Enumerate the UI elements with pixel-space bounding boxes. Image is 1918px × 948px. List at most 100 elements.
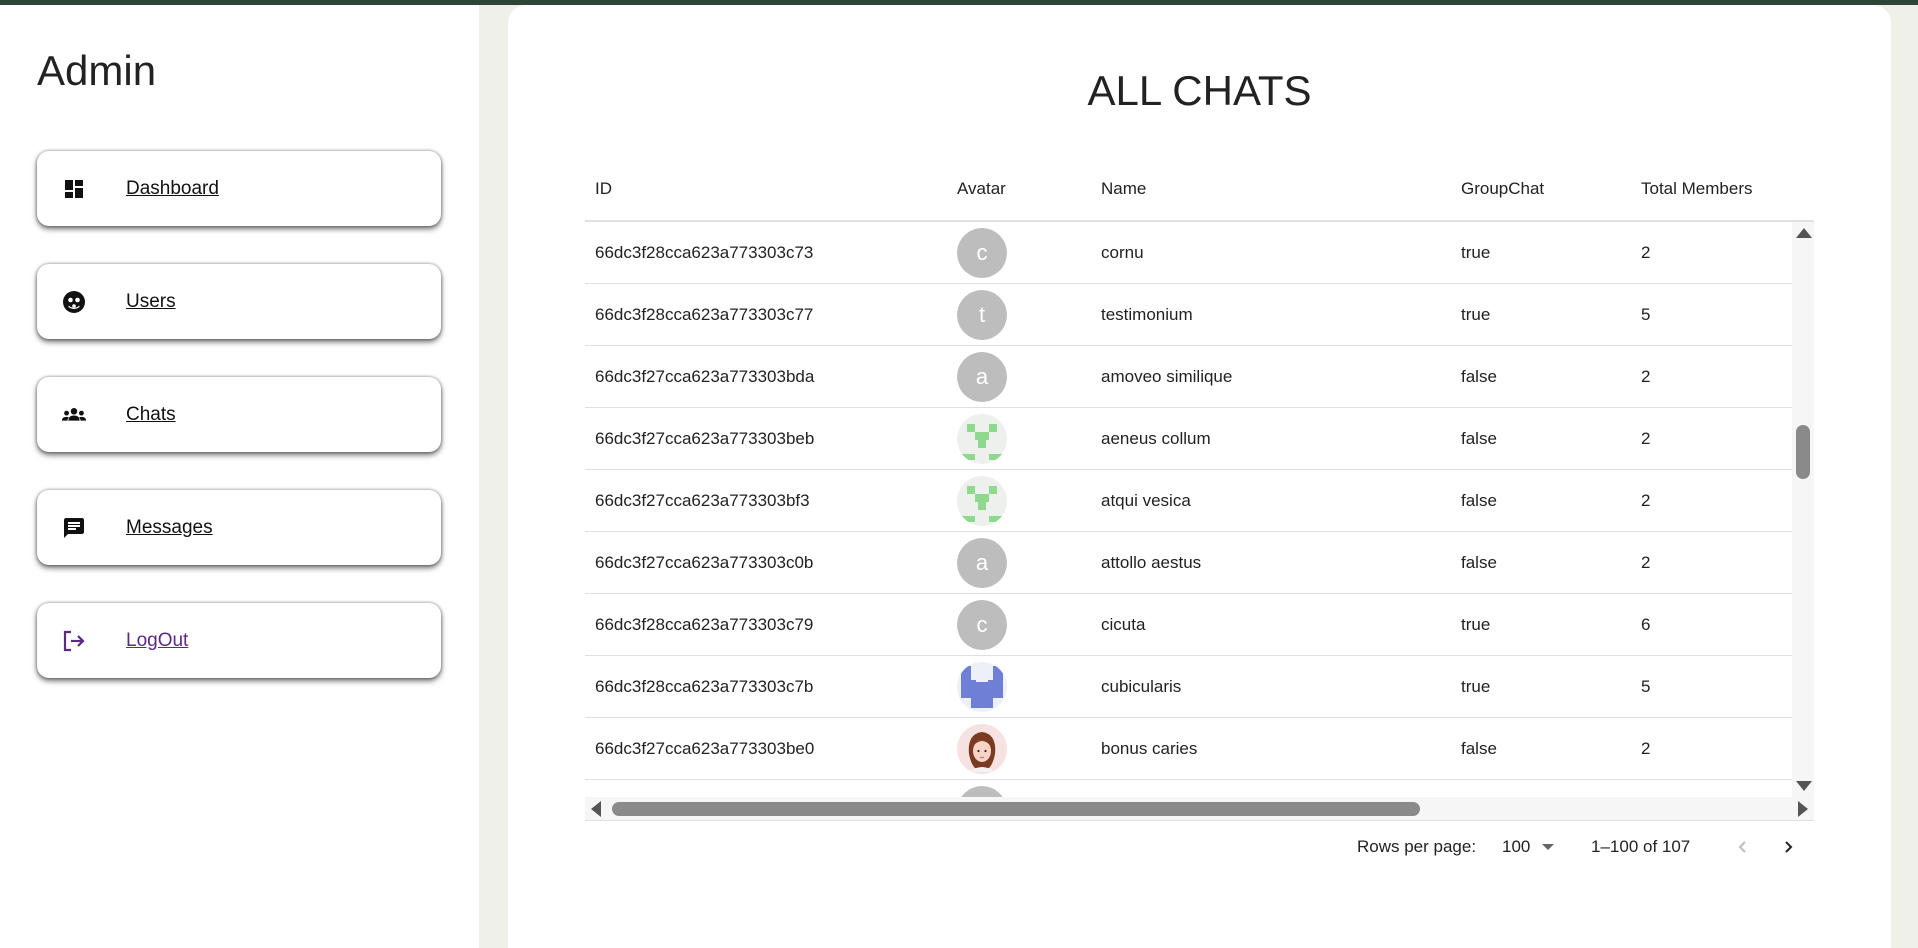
cell-total-members: 2 [1641,491,1651,510]
chevron-down-icon [1542,844,1555,850]
table-row[interactable]: 66dc3f28cca623a773303c77 t testimonium t… [585,284,1792,346]
avatar-letter: t [957,290,1007,340]
sidebar: Admin Dashboard Users Chats Messages Log… [0,5,479,948]
table-row[interactable]: 66dc3f27cca623a773303bf3 atqui vesica fa… [585,470,1792,532]
table-row[interactable]: 66dc3f27cca623a773303beb aeneus collum f… [585,408,1792,470]
horizontal-scroll-thumb[interactable] [612,802,1420,816]
cell-name: attollo aestus [1101,553,1202,572]
vertical-scroll-thumb[interactable] [1796,425,1810,479]
table-row[interactable]: 66dc3f28cca623a773303c73 c cornu true 2 [585,222,1792,284]
avatar-identicon [957,476,1007,526]
cell-id: 66dc3f28cca623a773303c7b [595,677,814,696]
cell-name: atqui vesica [1101,491,1191,510]
cell-groupchat: true [1461,305,1491,324]
chats-table: ID Avatar Name GroupChat Total Members 6… [585,155,1814,821]
column-header-total-members[interactable]: Total Members [1641,179,1752,199]
table-row[interactable]: 66dc3f28cca623a773303c79 c cicuta true 6 [585,594,1792,656]
table-row-partial[interactable] [585,780,1792,797]
cell-total-members: 2 [1641,553,1651,572]
pagination: Rows per page: 100 1–100 of 107 [585,825,1814,865]
avatar: c [957,228,1007,278]
next-page-button[interactable] [1774,833,1802,861]
users-face-icon [61,289,87,315]
cell-id: 66dc3f28cca623a773303c77 [595,305,814,324]
pagination-range: 1–100 of 107 [1591,837,1691,856]
logout-icon [61,628,87,654]
column-header-avatar[interactable]: Avatar [957,179,1006,199]
rows-per-page-select[interactable]: 100 [1502,837,1555,857]
groups-icon [61,402,87,428]
cell-id: 66dc3f27cca623a773303be0 [595,739,815,758]
cell-id: 66dc3f27cca623a773303beb [595,429,815,448]
cell-total-members: 2 [1641,739,1651,758]
avatar: t [957,290,1007,340]
column-header-name[interactable]: Name [1101,179,1146,199]
avatar-letter: a [957,538,1007,588]
vertical-scrollbar[interactable] [1792,222,1814,797]
rows-per-page-label: Rows per page: [1357,837,1477,856]
cell-name: cicuta [1101,615,1146,634]
scroll-left-icon[interactable] [591,801,601,817]
rows-per-page-value: 100 [1502,837,1531,856]
message-icon [61,515,87,541]
cell-name: bonus caries [1101,739,1198,758]
cell-groupchat: false [1461,739,1497,758]
cell-total-members: 5 [1641,305,1651,324]
cell-name: testimonium [1101,305,1193,324]
scroll-up-icon[interactable] [1796,228,1812,238]
avatar [957,786,1007,797]
scroll-down-icon[interactable] [1796,781,1812,791]
avatar: a [957,352,1007,402]
cell-total-members: 2 [1641,367,1651,386]
cell-total-members: 5 [1641,677,1651,696]
scroll-right-icon[interactable] [1798,801,1808,817]
cell-id: 66dc3f28cca623a773303c79 [595,615,814,634]
cell-groupchat: false [1461,491,1497,510]
cell-name: amoveo similique [1101,367,1233,386]
avatar-identicon [957,414,1007,464]
cell-name: cubicularis [1101,677,1182,696]
avatar-identicon [957,662,1007,712]
sidebar-item-messages[interactable]: Messages [37,490,441,565]
sidebar-item-label: Dashboard [126,177,219,199]
avatar-letter: c [957,600,1007,650]
cell-total-members: 6 [1641,615,1651,634]
column-header-groupchat[interactable]: GroupChat [1461,179,1544,199]
main-panel: ALL CHATS ID Avatar Name GroupChat Total… [508,5,1891,948]
cell-total-members: 2 [1641,429,1651,448]
table-body: 66dc3f28cca623a773303c73 c cornu true 2 … [585,222,1814,797]
horizontal-scrollbar[interactable] [585,797,1814,821]
avatar: a [957,538,1007,588]
sidebar-item-label: Users [126,290,176,312]
page-title: ALL CHATS [1087,67,1312,114]
cell-id: 66dc3f28cca623a773303c73 [595,243,814,262]
cell-id: 66dc3f27cca623a773303bda [595,367,815,386]
table-row[interactable]: 66dc3f27cca623a773303be0 bonus caries fa [585,718,1792,780]
sidebar-item-logout[interactable]: LogOut [37,603,441,678]
avatar-photo [957,724,1007,774]
sidebar-item-chats[interactable]: Chats [37,377,441,452]
sidebar-item-users[interactable]: Users [37,264,441,339]
cell-name: cornu [1101,243,1144,262]
cell-groupchat: true [1461,243,1491,262]
table-header: ID Avatar Name GroupChat Total Members [585,155,1814,222]
table-row[interactable]: 66dc3f27cca623a773303bda a amoveo simili… [585,346,1792,408]
sidebar-item-label: Messages [126,516,213,538]
chevron-left-icon [1738,841,1746,853]
column-header-id[interactable]: ID [595,179,612,199]
cell-name: aeneus collum [1101,429,1211,448]
avatar: c [957,600,1007,650]
cell-groupchat: true [1461,677,1491,696]
avatar-letter: a [957,352,1007,402]
table-row[interactable]: 66dc3f28cca623a773303c7b cubicularis tru… [585,656,1792,718]
cell-groupchat: false [1461,429,1497,448]
cell-total-members: 2 [1641,243,1651,262]
cell-groupchat: false [1461,367,1497,386]
sidebar-item-label: Chats [126,403,176,425]
cell-groupchat: false [1461,553,1497,572]
cell-groupchat: true [1461,615,1491,634]
sidebar-item-dashboard[interactable]: Dashboard [37,151,441,226]
previous-page-button[interactable] [1729,833,1757,861]
table-row[interactable]: 66dc3f27cca623a773303c0b a attollo aestu… [585,532,1792,594]
avatar-letter: c [957,228,1007,278]
